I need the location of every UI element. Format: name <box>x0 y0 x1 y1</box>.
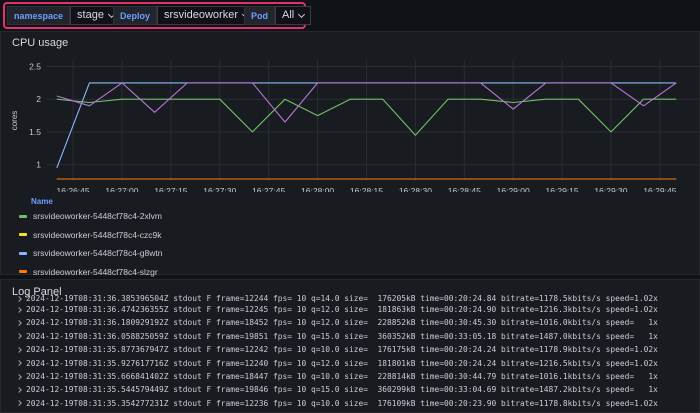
log-row[interactable]: 2024-12-19T08:31:35.354277231Z stdout F … <box>16 397 700 410</box>
log-row[interactable]: 2024-12-19T08:31:35.666841402Z stdout F … <box>16 370 700 383</box>
legend-swatch <box>19 233 27 236</box>
log-line-text: 2024-12-19T08:31:35.666841402Z stdout F … <box>26 371 658 381</box>
chevron-right-icon[interactable] <box>16 306 22 313</box>
pod-select[interactable]: All <box>275 6 312 25</box>
chevron-right-icon[interactable] <box>16 360 22 367</box>
legend-item[interactable]: srsvideoworker-5448cf78c4-2xlvm <box>19 210 162 222</box>
x-tick-label: 16:27:45 <box>252 186 285 192</box>
y-tick-label: 1 <box>36 160 41 170</box>
namespace-label: namespace <box>7 6 71 25</box>
legend-header[interactable]: Name <box>31 197 53 206</box>
log-line-text: 2024-12-19T08:31:36.474236355Z stdout F … <box>26 305 658 314</box>
chevron-down-icon <box>298 10 306 18</box>
log-line-text: 2024-12-19T08:31:35.927617716Z stdout F … <box>26 358 658 368</box>
x-tick-label: 16:29:45 <box>643 186 676 192</box>
log-line-text: 2024-12-19T08:31:36.058825059Z stdout F … <box>26 331 658 341</box>
log-line-text: 2024-12-19T08:31:35.877367947Z stdout F … <box>26 345 658 355</box>
log-line-text: 2024-12-19T08:31:35.354277231Z stdout F … <box>26 398 658 408</box>
log-row[interactable]: 2024-12-19T08:31:35.877367947Z stdout F … <box>16 343 700 356</box>
log-lines: 2024-12-19T08:31:36.385396504Z stdout F … <box>16 294 700 410</box>
chevron-right-icon[interactable] <box>16 387 22 393</box>
x-tick-label: 16:28:15 <box>350 186 383 192</box>
chevron-right-icon[interactable] <box>17 295 22 302</box>
pod-value: All <box>282 9 295 21</box>
log-row[interactable]: 2024-12-19T08:31:36.474236355Z stdout F … <box>16 303 700 316</box>
deploy-variable: Deploy srsvideoworker <box>113 6 255 25</box>
chevron-right-icon[interactable] <box>16 400 22 407</box>
chevron-right-icon[interactable] <box>16 320 22 326</box>
legend-item[interactable]: srsvideoworker-5448cf78c4-czc9k <box>19 229 162 241</box>
pod-variable: Pod All <box>244 6 312 25</box>
x-tick-label: 16:28:30 <box>399 186 432 192</box>
log-row[interactable]: 2024-12-19T08:31:36.180929192Z stdout F … <box>16 316 700 329</box>
cpu-usage-panel: CPU usage 2.5 2 1.5 1 16:26:45 16:27:00 16:27:… <box>0 31 700 289</box>
y-tick-label: 2 <box>36 94 41 104</box>
x-tick-label: 16:27:00 <box>105 186 138 192</box>
namespace-value: stage <box>77 9 104 21</box>
x-tick-label: 16:29:30 <box>594 186 627 192</box>
x-tick-label: 16:27:15 <box>154 186 187 192</box>
chevron-right-icon[interactable] <box>16 373 22 380</box>
x-tick-label: 16:29:15 <box>546 186 579 192</box>
legend-swatch <box>19 214 27 218</box>
legend-item[interactable]: srsvideoworker-5448cf78c4-g8wtn <box>19 247 162 259</box>
log-line-text: 2024-12-19T08:31:36.385396504Z stdout F … <box>26 294 658 303</box>
deploy-select[interactable]: srsvideoworker <box>157 6 255 25</box>
log-row[interactable]: 2024-12-19T08:31:35.544579449Z stdout F … <box>16 383 700 396</box>
cpu-usage-chart[interactable]: 2.5 2 1.5 1 16:26:45 16:27:00 16:27:15 16:27:30… <box>1 32 700 192</box>
x-tick-label: 16:27:30 <box>203 186 236 192</box>
legend-label: srsvideoworker-5448cf78c4-slzgr <box>33 266 158 277</box>
log-row[interactable]: 2024-12-19T08:31:36.385396504Z stdout F … <box>17 294 700 303</box>
pod-label: Pod <box>244 6 275 25</box>
legend-item[interactable]: srsvideoworker-5448cf78c4-slzgr <box>19 266 158 278</box>
x-tick-label: 16:26:45 <box>57 186 90 192</box>
x-tick-label: 16:28:00 <box>301 186 334 192</box>
y-tick-label: 2.5 <box>29 62 41 72</box>
y-axis-label: cores <box>10 111 19 131</box>
x-tick-label: 16:29:00 <box>497 186 530 192</box>
x-tick-label: 16:28:45 <box>448 186 481 192</box>
legend-swatch <box>19 251 27 255</box>
legend-label: srsvideoworker-5448cf78c4-czc9k <box>33 229 162 240</box>
log-row[interactable]: 2024-12-19T08:31:35.927617716Z stdout F … <box>16 357 700 370</box>
deploy-value: srsvideoworker <box>164 9 238 21</box>
legend-label: srsvideoworker-5448cf78c4-2xlvm <box>33 211 162 221</box>
chevron-right-icon[interactable] <box>16 347 22 353</box>
log-row[interactable]: 2024-12-19T08:31:36.058825059Z stdout F … <box>16 330 700 343</box>
deploy-label: Deploy <box>113 6 158 25</box>
namespace-variable: namespace stage <box>7 6 121 25</box>
log-panel: Log Panel 2024-12-19T08:31:36.385396504Z… <box>0 279 700 413</box>
log-line-text: 2024-12-19T08:31:36.180929192Z stdout F … <box>26 318 658 328</box>
variable-bar: namespace stage Deploy srsvideoworker Po… <box>0 0 700 30</box>
log-line-text: 2024-12-19T08:31:35.544579449Z stdout F … <box>26 385 658 395</box>
legend-label: srsvideoworker-5448cf78c4-g8wtn <box>33 248 163 258</box>
legend-swatch <box>19 270 27 273</box>
y-tick-label: 1.5 <box>29 127 41 137</box>
chevron-right-icon[interactable] <box>16 333 22 340</box>
